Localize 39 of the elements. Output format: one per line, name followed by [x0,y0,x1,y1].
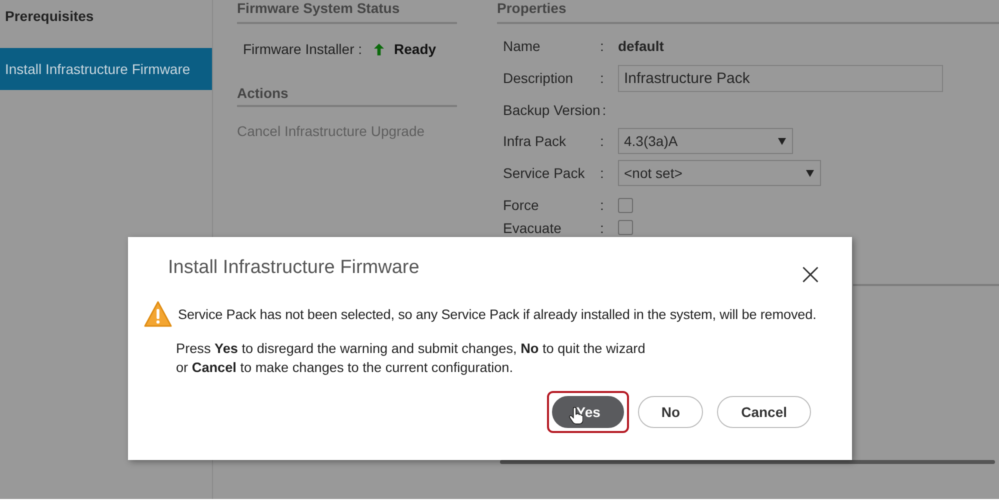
up-arrow-icon [374,42,384,56]
property-label: Force [503,197,540,213]
section-title: Firmware System Status [237,0,457,24]
dropdown[interactable]: <not set> [618,160,821,186]
colon-separator: : [602,102,608,118]
status-value: Ready [394,41,436,57]
close-button[interactable]: × [798,263,823,287]
sidebar-item[interactable]: Install Infrastructure Firmware [0,48,212,90]
colon-separator: : [600,165,605,181]
property-label: Name [503,38,542,54]
property-value: default [618,38,664,54]
dropdown[interactable]: 4.3(3a)A [618,128,793,154]
property-label: Evacuate [503,220,562,236]
instruction-text: Press Yes to disregard the warning and submit changes, No to quit the wizard [176,340,646,358]
colon-separator: : [600,133,605,149]
warning-icon [144,301,172,327]
warning-message: Service Pack has not been selected, so any Service Pack if already installed in the system, will be removed. [178,306,816,322]
colon-separator: : [600,220,605,236]
description-field[interactable]: Infrastructure Pack [618,64,943,92]
dialog-button[interactable]: No [638,396,704,428]
sidebar-title: Prerequisites [4,7,95,26]
colon-separator: : [600,38,605,54]
section-title: Actions [237,81,457,107]
property-label: Description [503,70,574,86]
property-label: Backup Version [503,102,600,118]
checkbox[interactable] [618,198,633,212]
colon-separator: : [600,70,605,86]
status-label: Firmware Installer : [243,41,362,57]
scrollbar[interactable] [500,460,995,464]
section-title: Properties [497,0,999,24]
dropdown-arrow-icon [806,170,814,176]
dropdown-arrow-icon [778,138,786,144]
dialog-title: Install Infrastructure Firmware [168,257,420,279]
checkbox[interactable] [618,220,633,235]
instruction-text: or Cancel to make changes to the current configuration. [176,359,514,377]
property-label: Service Pack [503,165,586,181]
colon-separator: : [600,197,605,213]
dialog-button[interactable]: Cancel [717,396,811,428]
property-label: Infra Pack [503,133,568,149]
